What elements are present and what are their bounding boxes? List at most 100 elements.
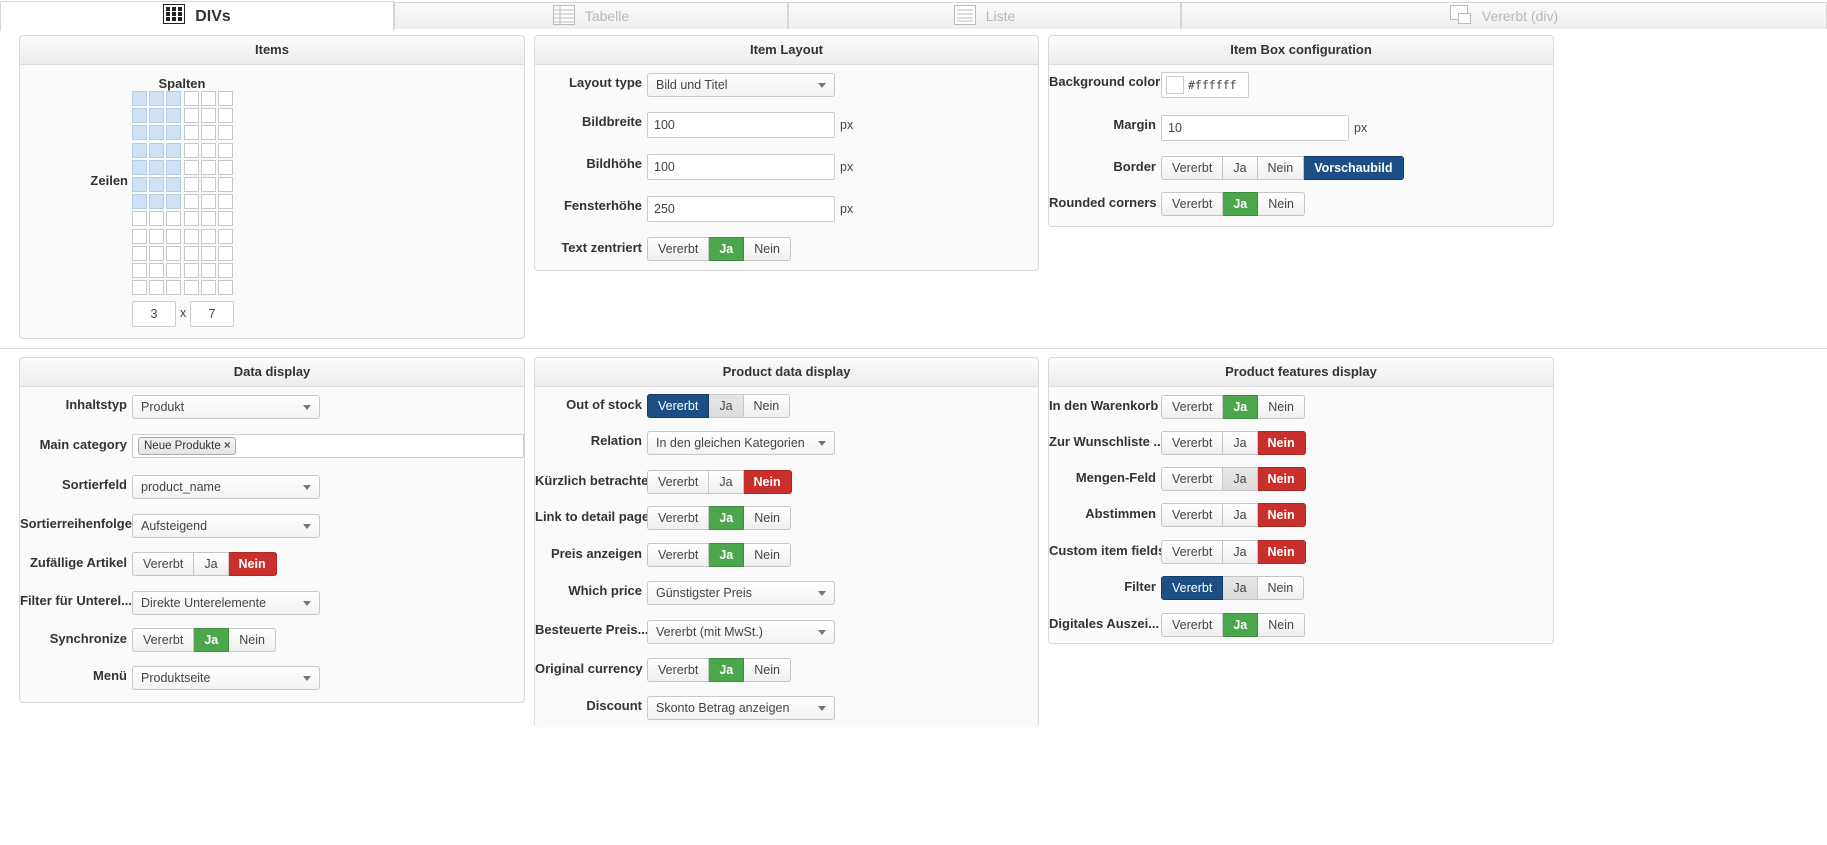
background-color-input[interactable]: #ffffff <box>1161 72 1249 98</box>
grid-cell[interactable] <box>218 280 233 296</box>
vererbt-option[interactable]: Vererbt <box>1161 613 1224 637</box>
grid-cell[interactable] <box>132 211 147 227</box>
grid-cell[interactable] <box>132 177 147 192</box>
grid-cell[interactable] <box>183 263 199 278</box>
nein-option[interactable]: Nein <box>1257 576 1305 600</box>
ja-option[interactable]: Ja <box>1223 192 1259 216</box>
grid-cell[interactable] <box>166 108 182 124</box>
grid-cell[interactable] <box>132 142 147 158</box>
grid-cell[interactable] <box>149 280 165 296</box>
ja-option[interactable]: Ja <box>709 394 744 418</box>
grid-cell[interactable] <box>183 228 199 244</box>
grid-cell[interactable] <box>149 245 165 261</box>
grid-cell[interactable] <box>218 194 233 210</box>
grid-cell[interactable] <box>166 228 182 244</box>
grid-cell[interactable] <box>218 245 233 261</box>
filter-unterelemente-select[interactable]: Direkte Unterelemente <box>132 591 320 615</box>
nein-option[interactable]: Nein <box>744 237 791 261</box>
grid-cell[interactable] <box>132 245 147 261</box>
grid-cell[interactable] <box>166 125 182 141</box>
nein-option[interactable]: Nein <box>1257 431 1306 455</box>
grid-cell[interactable] <box>149 263 165 278</box>
besteuerte-preise-select[interactable]: Vererbt (mit MwSt.) <box>647 620 835 644</box>
grid-cell[interactable] <box>218 91 233 106</box>
nein-option[interactable]: Nein <box>1257 467 1306 491</box>
grid-cell[interactable] <box>132 228 147 244</box>
grid-cell[interactable] <box>183 280 199 296</box>
grid-cell[interactable] <box>200 91 216 106</box>
grid-cell[interactable] <box>218 142 233 158</box>
nein-option[interactable]: Nein <box>1257 156 1305 180</box>
grid-cell[interactable] <box>132 263 147 278</box>
inhaltstyp-select[interactable]: Produkt <box>132 395 320 419</box>
grid-cell[interactable] <box>183 91 199 106</box>
vorschaubild-option[interactable]: Vorschaubild <box>1304 156 1404 180</box>
grid-cell[interactable] <box>166 142 182 158</box>
vererbt-option[interactable]: Vererbt <box>1161 503 1224 527</box>
margin-input[interactable]: 10 <box>1161 115 1349 141</box>
grid-cell[interactable] <box>183 177 199 192</box>
discount-select[interactable]: Skonto Betrag anzeigen <box>647 696 835 720</box>
tab-divs[interactable]: DIVs <box>0 1 394 31</box>
grid-cell[interactable] <box>149 228 165 244</box>
vererbt-option[interactable]: Vererbt <box>647 394 710 418</box>
grid-cell[interactable] <box>149 177 165 192</box>
vererbt-option[interactable]: Vererbt <box>1161 431 1224 455</box>
nein-option[interactable]: Nein <box>1257 540 1306 564</box>
nein-option[interactable]: Nein <box>229 628 276 652</box>
nein-option[interactable]: Nein <box>743 394 791 418</box>
vererbt-option[interactable]: Vererbt <box>1161 192 1224 216</box>
nein-option[interactable]: Nein <box>1258 395 1305 419</box>
nein-option[interactable]: Nein <box>743 470 792 494</box>
grid-cell[interactable] <box>218 211 233 227</box>
close-icon[interactable]: × <box>224 440 231 452</box>
grid-cell[interactable] <box>183 245 199 261</box>
grid-cell[interactable] <box>183 142 199 158</box>
grid-cell[interactable] <box>132 91 147 106</box>
grid-cell[interactable] <box>183 125 199 141</box>
grid-cell[interactable] <box>166 194 182 210</box>
grid-cell[interactable] <box>166 91 182 106</box>
which-price-select[interactable]: Günstigster Preis <box>647 581 835 605</box>
ja-option[interactable]: Ja <box>194 628 230 652</box>
tab-tabelle[interactable]: Tabelle <box>394 2 788 29</box>
grid-cell[interactable] <box>183 108 199 124</box>
ja-option[interactable]: Ja <box>1223 431 1258 455</box>
nein-option[interactable]: Nein <box>228 552 277 576</box>
grid-cell[interactable] <box>149 91 165 106</box>
grid-cell[interactable] <box>149 108 165 124</box>
vererbt-option[interactable]: Vererbt <box>132 628 195 652</box>
bildhoehe-input[interactable]: 100 <box>647 154 835 180</box>
ja-option[interactable]: Ja <box>1223 467 1258 491</box>
grid-cell[interactable] <box>149 211 165 227</box>
vererbt-option[interactable]: Vererbt <box>647 470 710 494</box>
grid-cell[interactable] <box>200 211 216 227</box>
ja-option[interactable]: Ja <box>709 658 745 682</box>
nein-option[interactable]: Nein <box>744 543 791 567</box>
ja-option[interactable]: Ja <box>1223 503 1258 527</box>
grid-cell[interactable] <box>218 159 233 175</box>
item-grid-selector[interactable] <box>132 91 236 296</box>
vererbt-option[interactable]: Vererbt <box>1161 395 1224 419</box>
grid-cell[interactable] <box>218 228 233 244</box>
grid-cell[interactable] <box>218 125 233 141</box>
tab-liste[interactable]: Liste <box>788 2 1181 29</box>
grid-cell[interactable] <box>200 159 216 175</box>
columns-count-input[interactable]: 3 <box>132 301 176 327</box>
ja-option[interactable]: Ja <box>709 237 745 261</box>
ja-option[interactable]: Ja <box>709 543 745 567</box>
grid-cell[interactable] <box>149 194 165 210</box>
grid-cell[interactable] <box>166 263 182 278</box>
rows-count-input[interactable]: 7 <box>190 301 234 327</box>
grid-cell[interactable] <box>200 245 216 261</box>
grid-cell[interactable] <box>200 263 216 278</box>
nein-option[interactable]: Nein <box>1257 503 1306 527</box>
grid-cell[interactable] <box>200 125 216 141</box>
vererbt-option[interactable]: Vererbt <box>647 506 710 530</box>
sortierreihenfolge-select[interactable]: Aufsteigend <box>132 514 320 538</box>
ja-option[interactable]: Ja <box>1223 395 1259 419</box>
nein-option[interactable]: Nein <box>1258 613 1305 637</box>
menu-select[interactable]: Produktseite <box>132 666 320 690</box>
ja-option[interactable]: Ja <box>1223 576 1258 600</box>
grid-cell[interactable] <box>218 108 233 124</box>
